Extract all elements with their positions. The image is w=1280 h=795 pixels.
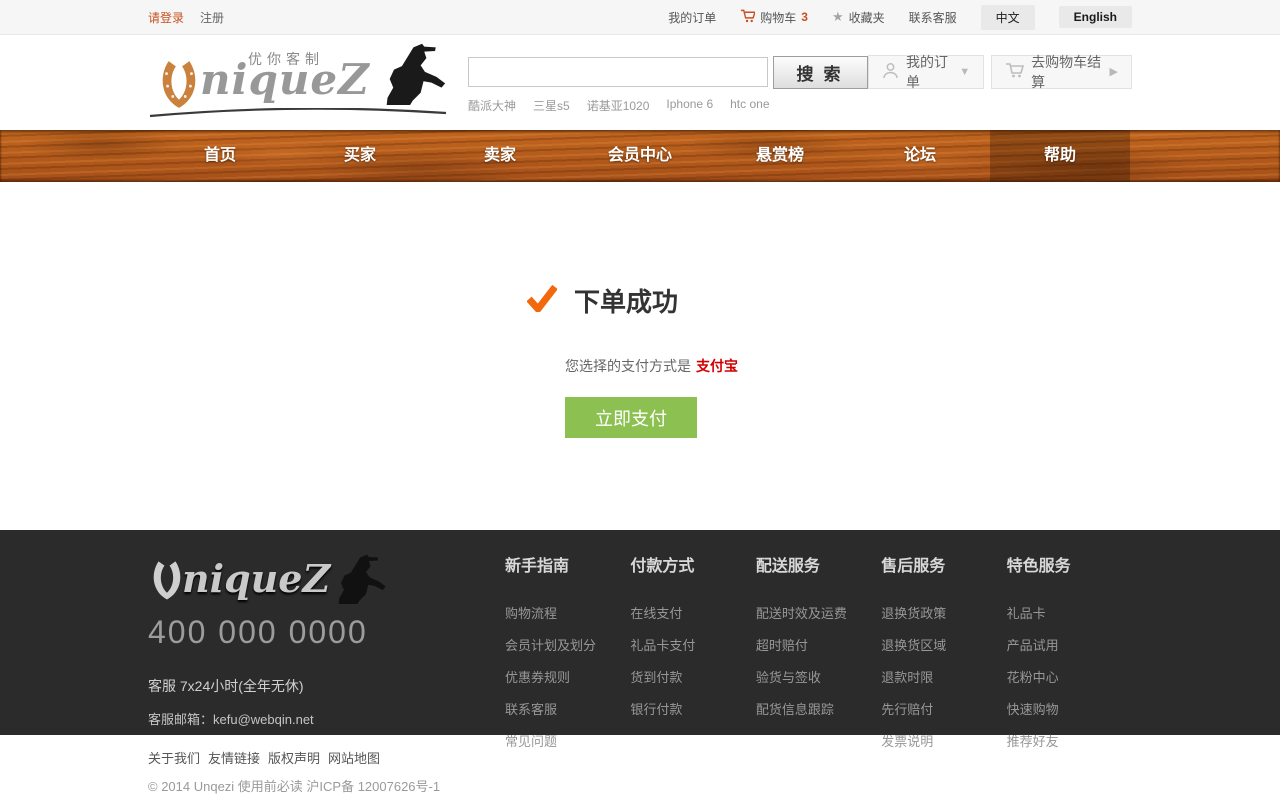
footer-column-delivery-service: 配送服务配送时效及运费超时赔付验货与签收配货信息跟踪 xyxy=(756,552,881,763)
page-title: 下单成功 xyxy=(574,282,678,319)
footer-link-after-sales-3[interactable]: 先行赔付 xyxy=(881,699,1006,718)
nav-item-help[interactable]: 帮助 xyxy=(990,130,1130,182)
site-header: 优你客制 niqueZ 搜索 酷派大神三星s5 诺基亚1020 Iphone 6 ht… xyxy=(0,35,1280,130)
search-area: 搜索 酷派大神三星s5 诺基亚1020 Iphone 6 htc one xyxy=(468,52,868,114)
footer-link-payment-methods-1[interactable]: 礼品卡支付 xyxy=(630,635,755,654)
logo-swoosh xyxy=(148,105,448,123)
footer-link-featured-service-0[interactable]: 礼品卡 xyxy=(1007,603,1132,622)
bottom-link-3[interactable]: 网站地图 xyxy=(328,748,380,767)
footer-link-featured-service-3[interactable]: 快速购物 xyxy=(1007,699,1132,718)
footer-link-delivery-service-3[interactable]: 配货信息跟踪 xyxy=(756,699,881,718)
footer-column-title-delivery-service: 配送服务 xyxy=(756,552,881,576)
footer-column-title-featured-service: 特色服务 xyxy=(1007,552,1132,576)
check-icon xyxy=(527,285,557,317)
go-to-cart-label: 去购物车结算 xyxy=(1031,52,1102,92)
main-nav: 首页买家卖家会员中心悬赏榜论坛帮助 xyxy=(0,130,1280,182)
footer-cowboy-icon xyxy=(330,554,388,609)
footer-link-delivery-service-1[interactable]: 超时赔付 xyxy=(756,635,881,654)
header-my-orders-label: 我的订单 xyxy=(906,52,952,92)
chevron-down-icon: ▼ xyxy=(959,66,970,78)
footer-link-beginner-guide-3[interactable]: 联系客服 xyxy=(505,699,630,718)
footer-link-after-sales-2[interactable]: 退款时限 xyxy=(881,667,1006,686)
user-icon xyxy=(882,62,899,82)
footer-logo-wordmark: niqueZ xyxy=(182,556,330,601)
footer-column-payment-methods: 付款方式在线支付礼品卡支付货到付款银行付款 xyxy=(630,552,755,763)
nav-item-forum[interactable]: 论坛 xyxy=(850,130,990,182)
my-orders-label: 我的订单 xyxy=(668,9,716,26)
go-to-cart-button[interactable]: 去购物车结算 ▶ xyxy=(991,55,1132,89)
topbar: 请登录 注册 我的订单 购物车 3 ★ 收藏夹 联系客服 中文 English xyxy=(0,0,1280,35)
footer-link-after-sales-0[interactable]: 退换货政策 xyxy=(881,603,1006,622)
service-email-line: 客服邮箱：kefu@webqin.net xyxy=(148,709,505,728)
footer-link-delivery-service-0[interactable]: 配送时效及运费 xyxy=(756,603,881,622)
footer-link-featured-service-1[interactable]: 产品试用 xyxy=(1007,635,1132,654)
cart-link[interactable]: 购物车 3 xyxy=(740,9,808,26)
footer-column-after-sales: 售后服务退换货政策退换货区域退款时限先行赔付发票说明 xyxy=(881,552,1006,763)
nav-item-bounty-list[interactable]: 悬赏榜 xyxy=(710,130,850,182)
login-link[interactable]: 请登录 xyxy=(148,9,184,26)
nav-item-home[interactable]: 首页 xyxy=(150,130,290,182)
bottom-link-1[interactable]: 友情链接 xyxy=(208,748,260,767)
my-orders-link[interactable]: 我的订单 xyxy=(668,9,716,26)
star-icon: ★ xyxy=(832,9,844,25)
footer-column-beginner-guide: 新手指南购物流程会员计划及划分优惠券规则联系客服常见问题 xyxy=(505,552,630,763)
contact-service-link[interactable]: 联系客服 xyxy=(909,9,957,26)
footer-column-title-payment-methods: 付款方式 xyxy=(630,552,755,576)
site-footer: niqueZ 400 000 0000 客服 7x24小时(全年无休) 客服邮箱… xyxy=(0,530,1280,735)
bottom-link-0[interactable]: 关于我们 xyxy=(148,748,200,767)
cart-outline-icon xyxy=(1005,62,1024,81)
service-phone: 400 000 0000 xyxy=(148,614,505,651)
footer-link-after-sales-1[interactable]: 退换货区域 xyxy=(881,635,1006,654)
footer-column-featured-service: 特色服务礼品卡产品试用花粉中心快速购物推荐好友 xyxy=(1007,552,1132,763)
footer-link-payment-methods-2[interactable]: 货到付款 xyxy=(630,667,755,686)
hot-keyword-link-3[interactable]: Iphone 6 xyxy=(666,97,713,114)
cart-count-badge: 3 xyxy=(801,10,808,24)
main-content: 下单成功 您选择的支付方式是支付宝 立即支付 xyxy=(0,182,1280,530)
hot-keyword-link-0[interactable]: 酷派大神 xyxy=(468,97,516,114)
header-my-orders-button[interactable]: 我的订单 ▼ xyxy=(868,55,984,89)
hot-keywords: 酷派大神三星s5 诺基亚1020 Iphone 6 htc one xyxy=(468,97,868,114)
footer-link-beginner-guide-2[interactable]: 优惠券规则 xyxy=(505,667,630,686)
footer-link-payment-methods-3[interactable]: 银行付款 xyxy=(630,699,755,718)
footer-link-beginner-guide-0[interactable]: 购物流程 xyxy=(505,603,630,622)
service-hours: 客服 7x24小时(全年无休) xyxy=(148,676,505,696)
contact-service-label: 联系客服 xyxy=(909,9,957,26)
search-button[interactable]: 搜索 xyxy=(773,56,868,89)
chevron-right-icon: ▶ xyxy=(1110,65,1118,78)
footer-column-title-after-sales: 售后服务 xyxy=(881,552,1006,576)
favorites-link[interactable]: ★ 收藏夹 xyxy=(832,9,885,26)
payment-info: 您选择的支付方式是支付宝 xyxy=(565,356,1132,376)
cart-label: 购物车 xyxy=(760,9,796,26)
footer-logo: niqueZ xyxy=(148,548,398,608)
lang-zh-button[interactable]: 中文 xyxy=(981,5,1035,30)
hot-keyword-link-1[interactable]: 三星s5 xyxy=(533,97,570,114)
payment-method: 支付宝 xyxy=(696,358,738,374)
footer-link-beginner-guide-1[interactable]: 会员计划及划分 xyxy=(505,635,630,654)
nav-item-member-center[interactable]: 会员中心 xyxy=(570,130,710,182)
bottom-link-2[interactable]: 版权声明 xyxy=(268,748,320,767)
lang-en-button[interactable]: English xyxy=(1059,6,1132,28)
pay-now-button[interactable]: 立即支付 xyxy=(565,397,697,438)
footer-horseshoe-icon xyxy=(150,558,184,607)
footer-link-payment-methods-0[interactable]: 在线支付 xyxy=(630,603,755,622)
site-logo[interactable]: 优你客制 niqueZ xyxy=(148,43,450,123)
copyright-text: © 2014 Unqezi 使用前必读 沪ICP备 12007626号-1 xyxy=(148,776,1132,795)
cowboy-icon xyxy=(376,43,448,110)
nav-item-buyer[interactable]: 买家 xyxy=(290,130,430,182)
footer-column-title-beginner-guide: 新手指南 xyxy=(505,552,630,576)
logo-wordmark: niqueZ xyxy=(200,55,370,104)
hot-keyword-link-2[interactable]: 诺基亚1020 xyxy=(587,97,650,114)
nav-item-seller[interactable]: 卖家 xyxy=(430,130,570,182)
footer-link-delivery-service-2[interactable]: 验货与签收 xyxy=(756,667,881,686)
bottom-links: 关于我们友情链接版权声明网站地图 xyxy=(148,748,1132,767)
service-email-label: 客服邮箱： xyxy=(148,712,213,727)
register-link[interactable]: 注册 xyxy=(200,9,224,26)
footer-link-featured-service-2[interactable]: 花粉中心 xyxy=(1007,667,1132,686)
search-input[interactable] xyxy=(468,57,768,87)
hot-keyword-link-4[interactable]: htc one xyxy=(730,97,769,114)
favorites-label: 收藏夹 xyxy=(849,9,885,26)
service-email-link[interactable]: kefu@webqin.net xyxy=(213,712,314,727)
cart-icon xyxy=(740,9,755,26)
payment-prefix: 您选择的支付方式是 xyxy=(565,358,691,374)
